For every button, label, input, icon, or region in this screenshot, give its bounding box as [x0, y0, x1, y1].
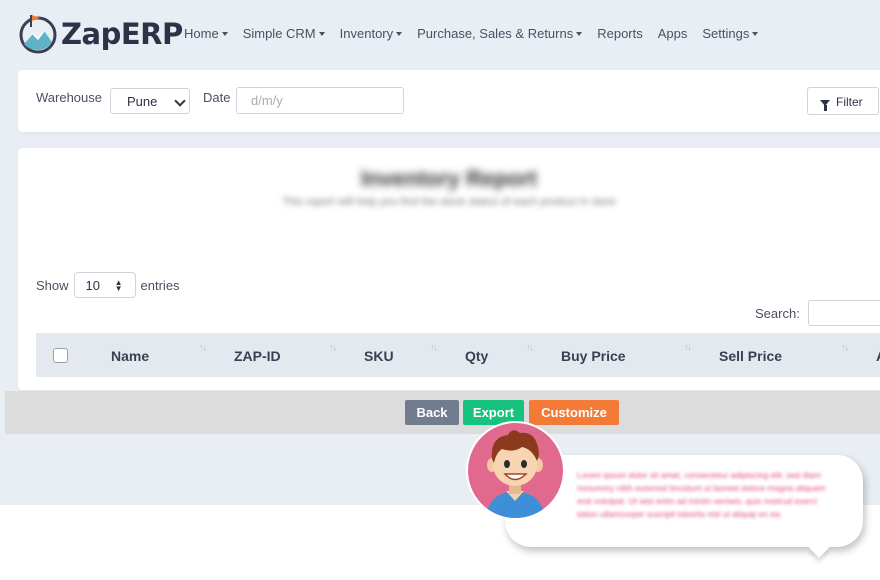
caret-down-icon [221, 32, 228, 36]
entries-select[interactable]: 10 ▲ ▼ [73, 272, 136, 298]
logo-icon [18, 14, 58, 54]
warehouse-label: Warehouse [36, 90, 102, 105]
search-input[interactable] [808, 300, 880, 326]
date-input[interactable]: d/m/y [236, 87, 404, 114]
caret-down-icon [396, 32, 403, 36]
brand-logo[interactable]: ZapERP [18, 14, 183, 54]
assistant-message: Lorem ipsum dolor sit amet, consectetur … [577, 470, 826, 519]
nav-label: Inventory [339, 26, 394, 41]
column-next[interactable]: A [876, 348, 880, 364]
sort-icon[interactable]: ↑↓ [430, 342, 438, 352]
show-label: Show [36, 277, 69, 293]
report-subtitle: This report will help you find the stock… [282, 196, 616, 208]
column-sku[interactable]: SKU [364, 348, 394, 364]
column-qty[interactable]: Qty [465, 348, 488, 364]
nav-purchase-sales-returns[interactable]: Purchase, Sales & Returns [417, 26, 583, 41]
entries-value: 10 [85, 278, 100, 293]
nav-label: Purchase, Sales & Returns [417, 26, 574, 41]
navbar: ZapERP Home Simple CRM Inventory Purchas… [0, 0, 880, 68]
report-card: Inventory Report This report will help y… [18, 148, 880, 390]
sort-icon[interactable]: ↑↓ [199, 342, 207, 352]
back-button[interactable]: Back [405, 400, 459, 425]
brand-name: ZapERP [61, 17, 183, 51]
warehouse-select[interactable]: Pune [110, 88, 190, 114]
filter-button[interactable]: Filter [807, 87, 879, 115]
column-sell-price[interactable]: Sell Price [719, 348, 782, 364]
nav-label: Home [184, 26, 219, 41]
caret-down-icon [576, 32, 583, 36]
filter-button-label: Filter [836, 95, 863, 109]
warehouse-value: Pune [127, 94, 158, 109]
search-label: Search: [755, 306, 800, 321]
assistant-avatar[interactable] [466, 421, 565, 520]
column-zap-id[interactable]: ZAP-ID [234, 348, 281, 364]
sort-icon[interactable]: ↑↓ [329, 342, 337, 352]
updown-icon: ▲ ▼ [114, 278, 123, 293]
entries-control: Show 10 ▲ ▼ entries [36, 272, 180, 298]
nav-simple-crm[interactable]: Simple CRM [243, 26, 325, 41]
select-all-checkbox[interactable] [53, 348, 68, 363]
filter-card: Warehouse Pune Date d/m/y Filter [18, 70, 880, 132]
customize-button[interactable]: Customize [529, 400, 619, 425]
nav-label: Reports [597, 26, 643, 41]
caret-down-icon [318, 32, 325, 36]
nav-apps[interactable]: Apps [658, 26, 688, 41]
sort-icon[interactable]: ↑↓ [526, 342, 534, 352]
report-title: Inventory Report [360, 166, 538, 191]
nav-label: Apps [657, 26, 688, 41]
date-placeholder: d/m/y [251, 93, 283, 108]
table-header: Name ↑↓ ZAP-ID ↑↓ SKU ↑↓ Qty ↑↓ Buy Pric… [36, 333, 880, 377]
filter-icon [820, 100, 830, 111]
boy-avatar-icon [486, 430, 545, 518]
column-buy-price[interactable]: Buy Price [561, 348, 626, 364]
nav-reports[interactable]: Reports [597, 26, 643, 41]
nav-settings[interactable]: Settings [702, 26, 759, 41]
entries-label: entries [140, 277, 180, 293]
nav-label: Settings [702, 26, 750, 41]
sort-icon[interactable]: ↑↓ [841, 342, 849, 352]
sort-icon[interactable]: ↑↓ [684, 342, 692, 352]
date-label: Date [203, 90, 231, 105]
caret-down-icon [752, 32, 759, 36]
nav-home[interactable]: Home [184, 26, 228, 41]
nav-label: Simple CRM [242, 26, 316, 41]
action-bar: Back Export Customize [5, 391, 880, 434]
nav-inventory[interactable]: Inventory [339, 26, 403, 41]
column-name[interactable]: Name [111, 348, 149, 364]
chevron-down-icon [174, 95, 186, 107]
main-nav: Home Simple CRM Inventory Purchase, Sale… [184, 26, 773, 41]
